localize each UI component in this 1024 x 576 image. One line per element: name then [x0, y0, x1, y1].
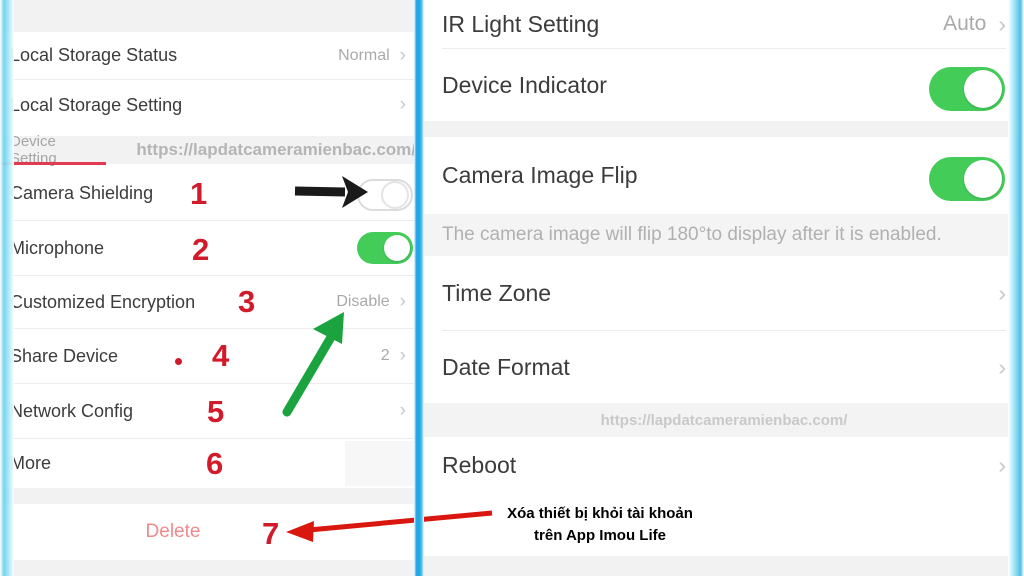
panel-divider — [414, 0, 424, 576]
annotation-number-2: 2 — [192, 232, 210, 267]
toggle-camera-image-flip[interactable] — [929, 157, 1005, 201]
toggle-knob — [384, 235, 410, 261]
annotation-note-line1: Xóa thiết bị khỏi tài khoản — [507, 505, 693, 522]
bottom-grey-band — [424, 556, 1024, 576]
row-label: Reboot — [442, 451, 517, 478]
row-label: More — [10, 453, 52, 473]
right-phone-screen: IR Light Setting Auto › Device Indicator… — [424, 0, 1024, 576]
more-row-highlight-block — [345, 441, 416, 486]
toggle-knob — [964, 160, 1002, 198]
list-item-local-storage-setting[interactable]: Local Storage Setting › — [0, 80, 416, 130]
toggle-knob — [964, 70, 1002, 108]
hint-text: The camera image will flip 180°to displa… — [442, 224, 942, 245]
row-label: Customized Encryption — [10, 291, 196, 312]
annotation-number-1: 1 — [190, 176, 208, 211]
chevron-right-icon: › — [399, 44, 406, 66]
toggle-knob — [381, 181, 409, 209]
row-label: Share Device — [10, 345, 119, 366]
row-label: Local Storage Status — [10, 45, 178, 65]
list-item-ir-light-setting[interactable]: IR Light Setting Auto › — [424, 0, 1024, 48]
toggle-microphone[interactable] — [357, 232, 413, 264]
row-label: IR Light Setting — [442, 10, 600, 37]
row-label: Network Config — [10, 400, 134, 421]
row-label: Camera Image Flip — [442, 162, 638, 188]
gap-band — [424, 121, 1024, 137]
annotation-number-6: 6 — [206, 446, 224, 481]
bottom-grey-band — [0, 560, 416, 576]
chevron-right-icon: › — [998, 353, 1006, 380]
gap-band — [0, 488, 416, 504]
watermark-band: https://lapdatcameramienbac.com/ — [424, 403, 1024, 437]
list-item-date-format[interactable]: Date Format › — [424, 331, 1024, 403]
section-underline-annotation — [2, 162, 106, 165]
list-item-share-device[interactable]: Share Device 2 › — [0, 329, 416, 383]
chevron-right-icon: › — [399, 345, 406, 366]
chevron-right-icon: › — [399, 400, 406, 421]
chevron-right-icon: › — [998, 451, 1006, 478]
chevron-right-icon: › — [399, 291, 406, 312]
list-item-reboot[interactable]: Reboot › — [424, 437, 1024, 493]
row-value: Normal — [338, 46, 390, 64]
annotation-number-5: 5 — [207, 394, 225, 429]
chevron-right-icon: › — [998, 10, 1006, 37]
delete-device-button[interactable]: Delete — [0, 504, 416, 560]
toggle-device-indicator[interactable] — [929, 67, 1005, 111]
row-label: Time Zone — [442, 279, 552, 306]
row-label: Device Indicator — [442, 71, 607, 98]
top-grey-band — [0, 0, 416, 32]
chevron-right-icon: › — [399, 94, 406, 115]
row-label: Date Format — [442, 353, 570, 380]
list-item-camera-shielding[interactable]: Camera Shielding — [0, 166, 416, 220]
chevron-right-icon: › — [998, 279, 1006, 306]
annotation-number-3: 3 — [238, 284, 256, 319]
annotation-number-4: 4 — [212, 338, 230, 373]
watermark-text: https://lapdatcameramienbac.com/ — [600, 411, 848, 429]
left-phone-screen: Local Storage Status Normal › Local Stor… — [0, 0, 416, 576]
annotation-number-7: 7 — [262, 516, 280, 551]
list-item-time-zone[interactable]: Time Zone › — [424, 256, 1024, 330]
annotation-note: Xóa thiết bị khỏi tài khoản trên App Imo… — [495, 503, 705, 547]
screenshot-root: Local Storage Status Normal › Local Stor… — [0, 0, 1024, 576]
toggle-camera-shielding[interactable] — [357, 179, 413, 211]
row-value: Disable — [336, 293, 390, 310]
section-header-device-setting: Device Setting https://lapdatcameramienb… — [0, 133, 416, 167]
row-label: Local Storage Setting — [10, 94, 183, 115]
row-label: Camera Shielding — [10, 182, 154, 203]
delete-label: Delete — [145, 521, 201, 542]
list-item-customized-encryption[interactable]: Customized Encryption Disable › — [0, 276, 416, 328]
camera-flip-hint: The camera image will flip 180°to displa… — [424, 214, 1024, 256]
row-label: Microphone — [10, 237, 105, 258]
annotation-dot — [175, 358, 182, 365]
row-value: 2 — [380, 347, 390, 364]
row-value: Auto — [943, 12, 987, 35]
watermark-text: https://lapdatcameramienbac.com/ — [136, 140, 416, 159]
annotation-note-line2: trên App Imou Life — [534, 526, 666, 544]
list-item-local-storage-status[interactable]: Local Storage Status Normal › — [0, 32, 416, 79]
